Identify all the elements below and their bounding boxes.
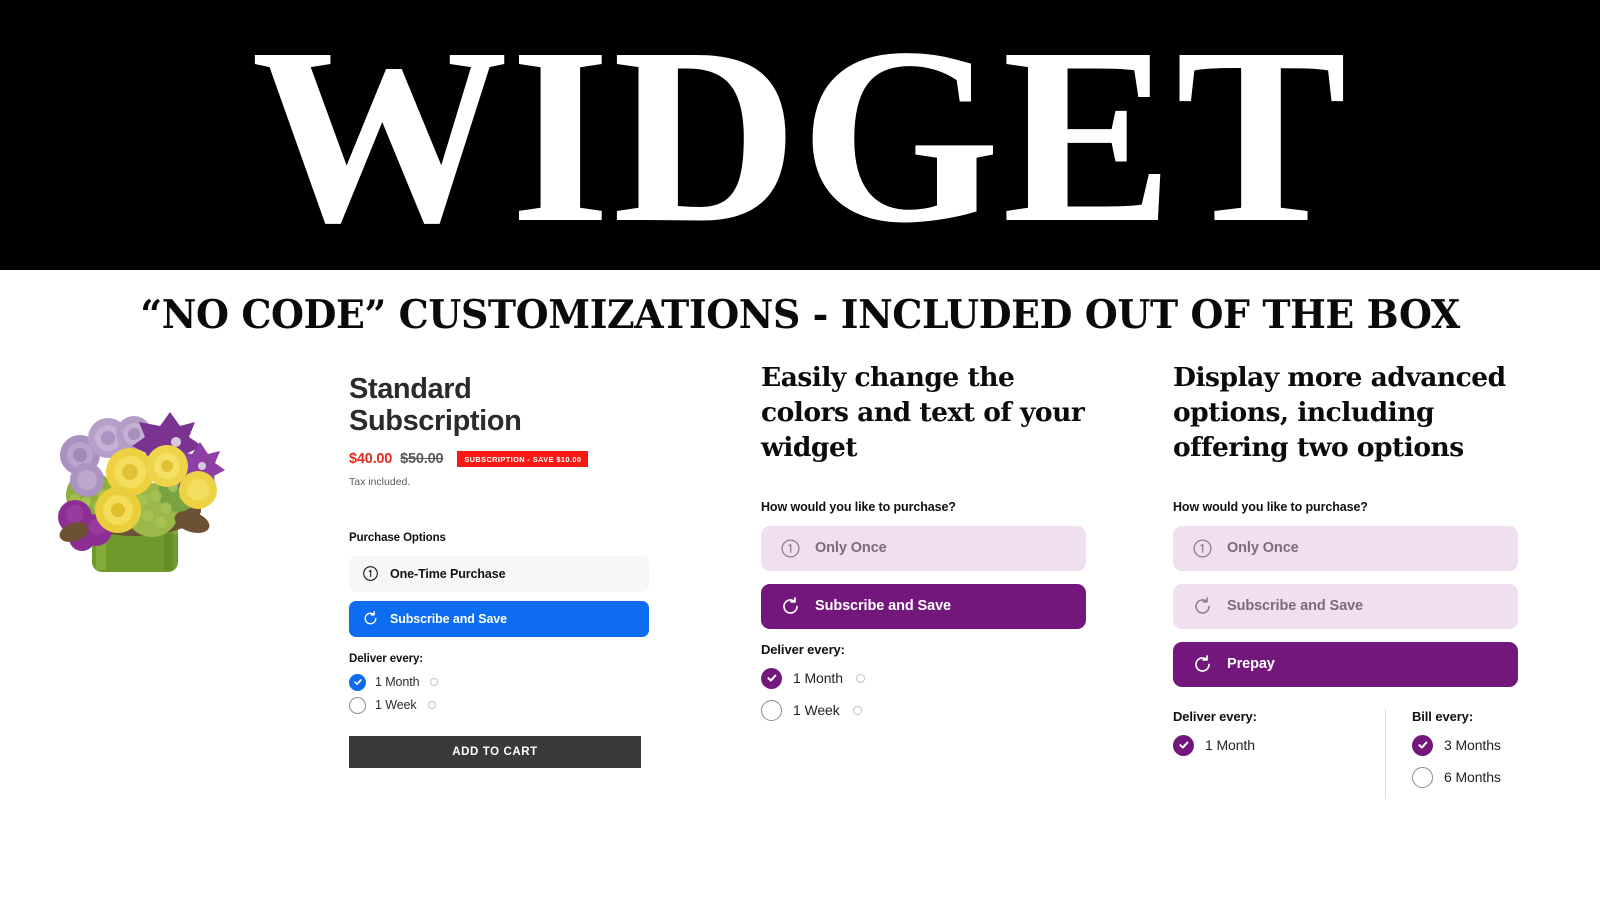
frequency-label: 1 Month: [375, 675, 420, 690]
one-circle-icon: [781, 539, 800, 558]
deliver-every-label: Deliver every:: [761, 641, 845, 657]
radio-selected[interactable]: [349, 673, 366, 691]
option-label: One-Time Purchase: [390, 566, 506, 581]
frequency-row-1-month[interactable]: 1 Month: [761, 667, 1086, 689]
frequency-label: 1 Week: [375, 698, 417, 713]
product-image-column: [30, 382, 280, 592]
radio-selected[interactable]: [1412, 734, 1433, 756]
option-subscribe-and-save[interactable]: Subscribe and Save: [1173, 583, 1518, 629]
check-icon: [1178, 741, 1188, 749]
check-icon: [766, 674, 776, 682]
one-circle-icon: [1193, 539, 1212, 558]
deliver-every-group: Deliver every: 1 Month: [1173, 709, 1385, 799]
hero-banner: WIDGET: [0, 0, 1600, 270]
option-label: Only Once: [815, 540, 887, 557]
subheadline: “NO CODE” CUSTOMIZATIONS - INCLUDED OUT …: [140, 292, 1460, 338]
purchase-question-label: How would you like to purchase?: [761, 499, 956, 514]
refresh-cycle-icon: [1195, 596, 1210, 614]
option-only-once[interactable]: Only Once: [1173, 525, 1518, 571]
check-icon: [353, 679, 362, 686]
refresh-cycle-icon: [1195, 654, 1210, 672]
option-label: Subscribe and Save: [390, 611, 507, 626]
option-label: Prepay: [1227, 656, 1275, 673]
frequency-split: Deliver every: 1 Month Bill every: 3 Mon…: [1173, 708, 1518, 799]
frequency-row-1-week[interactable]: 1 Week: [349, 696, 649, 714]
option-subscribe-and-save[interactable]: Subscribe and Save: [761, 583, 1086, 629]
frequency-row-1-month[interactable]: 1 Month: [349, 673, 649, 691]
purchase-options-label: Purchase Options: [349, 531, 446, 544]
content-area: Standard Subscription $40.00 $50.00 SUBS…: [0, 360, 1600, 900]
refresh-cycle-icon: [364, 611, 377, 625]
bill-every-label: Bill every:: [1412, 708, 1474, 724]
info-icon[interactable]: [430, 678, 439, 687]
info-icon[interactable]: [852, 705, 862, 715]
add-to-cart-button[interactable]: ADD TO CART: [349, 735, 641, 768]
sale-price: $40.00: [349, 450, 393, 467]
check-icon: [1417, 741, 1427, 749]
option-one-time-purchase[interactable]: One-Time Purchase: [349, 555, 649, 592]
demo-colors-heading: Easily change the colors and text of you…: [761, 362, 1085, 464]
bill-frequency-label: 3 Months: [1444, 737, 1501, 754]
bill-row-6-months[interactable]: 6 Months: [1412, 766, 1501, 788]
frequency-row-1-week[interactable]: 1 Week: [761, 699, 1086, 721]
deliver-row-1-month[interactable]: 1 Month: [1173, 734, 1385, 756]
refresh-cycle-icon: [783, 596, 798, 614]
one-circle-icon: [363, 566, 378, 582]
bill-every-group: Bill every: 3 Months 6 Months: [1385, 708, 1501, 799]
option-subscribe-and-save[interactable]: Subscribe and Save: [349, 600, 649, 637]
deliver-frequency-label: 1 Month: [1205, 737, 1255, 754]
tax-note: Tax included.: [349, 475, 411, 488]
frequency-label: 1 Month: [793, 670, 843, 687]
radio-unselected[interactable]: [1412, 766, 1433, 788]
product-info-column: Standard Subscription $40.00 $50.00 SUBS…: [349, 373, 649, 768]
option-label: Subscribe and Save: [1227, 598, 1364, 615]
demo-advanced-column: Display more advanced options, including…: [1173, 360, 1518, 799]
frequency-label: 1 Week: [793, 702, 840, 719]
info-icon[interactable]: [427, 701, 436, 710]
deliver-every-label: Deliver every:: [349, 652, 424, 665]
demo-colors-column: Easily change the colors and text of you…: [761, 360, 1086, 732]
radio-unselected[interactable]: [761, 699, 782, 721]
radio-unselected[interactable]: [349, 696, 366, 714]
radio-selected[interactable]: [1173, 734, 1194, 756]
demo-advanced-heading: Display more advanced options, including…: [1173, 362, 1506, 464]
flower-bouquet-image: [30, 382, 240, 592]
compare-at-price: $50.00: [400, 450, 444, 467]
option-label: Subscribe and Save: [815, 598, 952, 615]
purchase-question-label: How would you like to purchase?: [1173, 499, 1368, 514]
option-prepay[interactable]: Prepay: [1173, 641, 1518, 687]
bill-frequency-label: 6 Months: [1444, 769, 1501, 786]
product-title: Standard Subscription: [349, 373, 522, 437]
page-title: WIDGET: [251, 0, 1349, 275]
subheadline-band: “NO CODE” CUSTOMIZATIONS - INCLUDED OUT …: [0, 270, 1600, 360]
save-badge: SUBSCRIPTION - SAVE $10.00: [457, 450, 589, 467]
option-label: Only Once: [1227, 540, 1299, 557]
option-only-once[interactable]: Only Once: [761, 525, 1086, 571]
price-row: $40.00 $50.00 SUBSCRIPTION - SAVE $10.00: [349, 450, 649, 467]
deliver-every-label: Deliver every:: [1173, 708, 1257, 724]
bill-row-3-months[interactable]: 3 Months: [1412, 734, 1501, 756]
radio-selected[interactable]: [761, 667, 782, 689]
info-icon[interactable]: [855, 673, 865, 683]
